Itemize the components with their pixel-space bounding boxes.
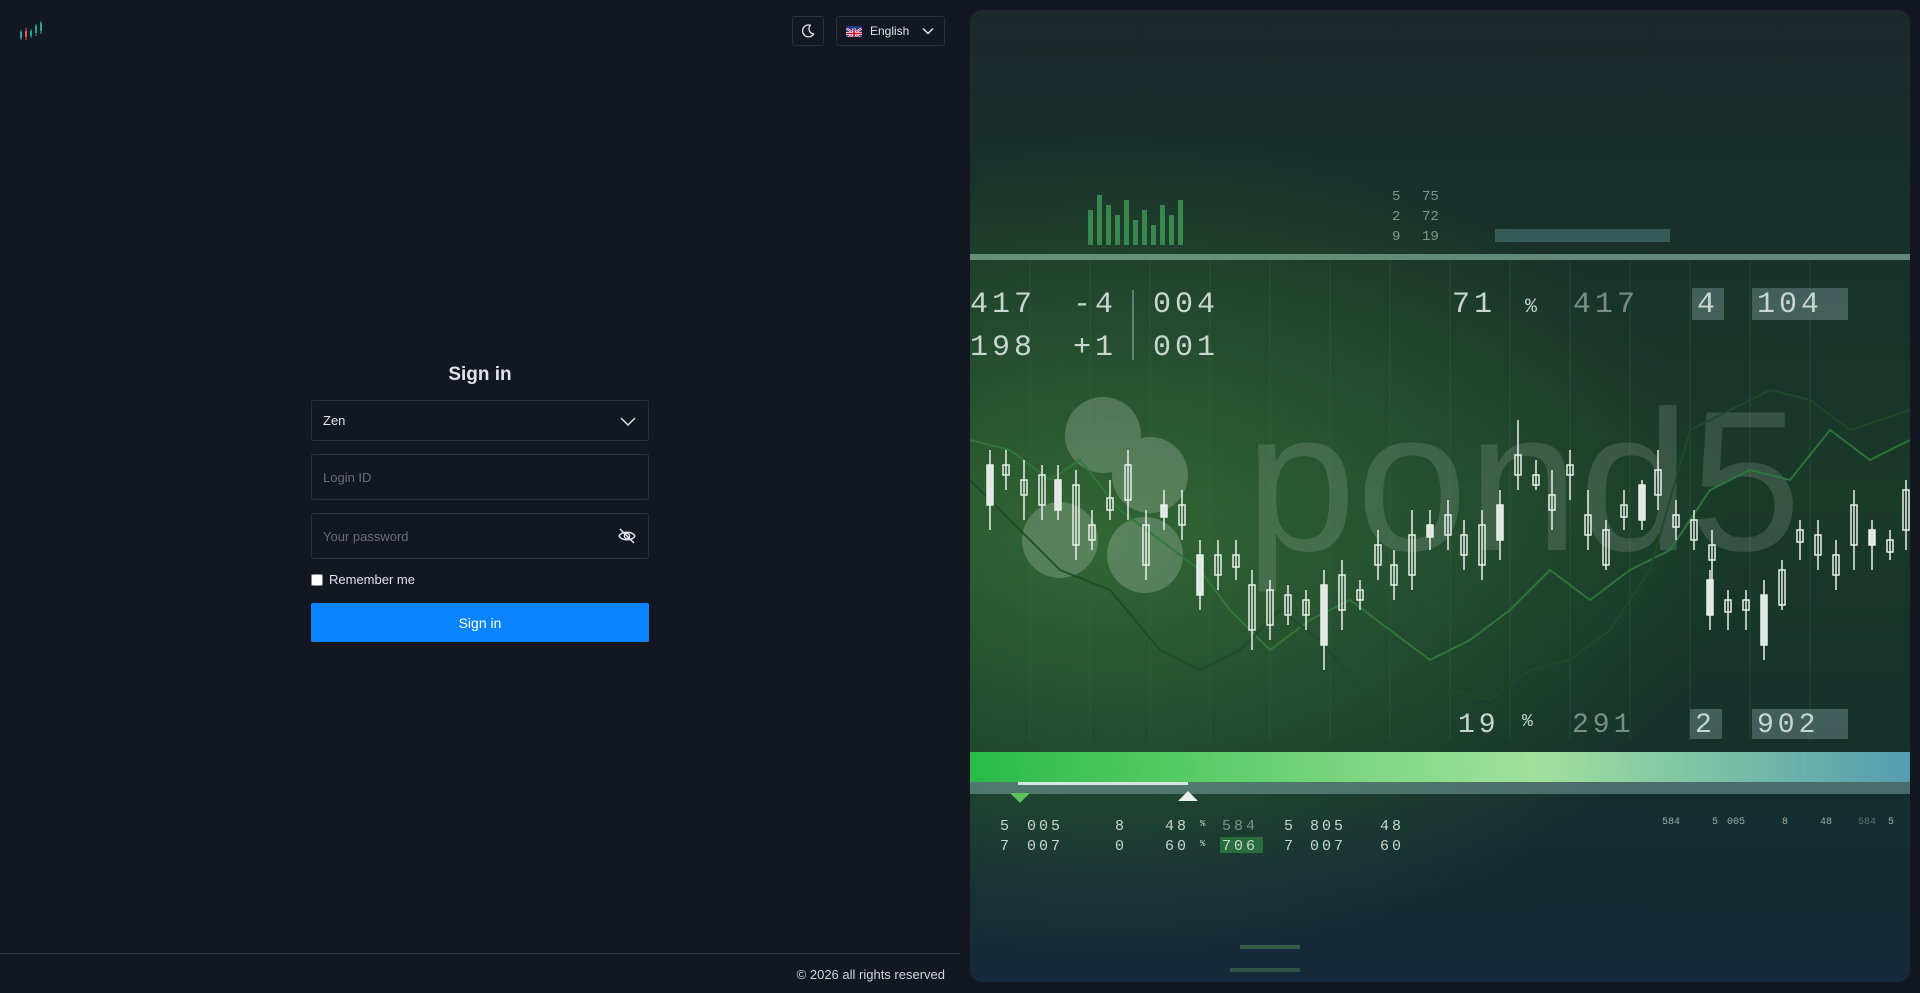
watermark-logo: [1022, 397, 1188, 593]
ticker-number: 5: [1284, 818, 1296, 835]
ticker-number: 291: [1572, 710, 1634, 741]
ticker-number: 0: [1115, 838, 1127, 855]
remember-me-label: Remember me: [329, 572, 415, 587]
top-number: 9: [1392, 229, 1400, 245]
moon-icon: [801, 24, 815, 38]
top-number: 19: [1422, 229, 1439, 245]
ticker-number: 005: [1727, 817, 1745, 828]
ticker-number: 198: [970, 331, 1036, 365]
top-number: 72: [1422, 209, 1439, 225]
ticker-number: 71: [1452, 288, 1496, 322]
hero-image: 5 75 2 72 9 19 417 -4 004 198 +1 001 71 …: [970, 10, 1910, 982]
bottom-numbers: 5 005 8 48 % 584 5 805 48 7 007 0 60 % 7…: [1000, 818, 1404, 855]
glow-rail: [970, 752, 1910, 782]
top-number: 75: [1422, 189, 1439, 205]
sign-in-button[interactable]: Sign in: [311, 603, 649, 642]
candlestick-logo-icon: [20, 21, 42, 40]
ticker-number: 584: [1662, 817, 1680, 828]
theme-toggle-button[interactable]: [792, 16, 824, 46]
ticker-number: 805: [1310, 818, 1346, 835]
remember-me[interactable]: Remember me: [311, 572, 649, 587]
ticker-number: 5: [1712, 817, 1718, 828]
ticker-number: 48: [1165, 818, 1189, 835]
ticker-number: 104: [1757, 288, 1823, 322]
ticker-number: 007: [1027, 838, 1063, 855]
ticker-number: 584: [1858, 817, 1876, 828]
ticker-number: 005: [1027, 818, 1063, 835]
ticker-number: 8: [1115, 818, 1127, 835]
password-input[interactable]: [323, 528, 617, 544]
chevron-down-icon: [620, 416, 636, 426]
ticker-number: 706: [1222, 838, 1258, 855]
top-toolbar: English: [792, 16, 945, 46]
ticker-number: 60: [1380, 838, 1404, 855]
ticker-number: 584: [1222, 818, 1258, 835]
ticker-number: 4: [1697, 288, 1719, 322]
ticker-number: 001: [1153, 331, 1219, 365]
ticker-number: 48: [1820, 817, 1832, 828]
language-select[interactable]: English: [836, 16, 945, 46]
ticker-number: 48: [1380, 818, 1404, 835]
login-id-field[interactable]: [311, 454, 649, 500]
ticker-number: 8: [1782, 817, 1788, 828]
workspace-select[interactable]: Zen: [311, 400, 649, 441]
big-numbers: 417 -4 004 198 +1 001 71 % 417 4 104: [970, 288, 1848, 365]
ticker-number: 19: [1458, 710, 1500, 741]
ticker-number: 902: [1757, 710, 1819, 741]
ticker-number: 007: [1310, 838, 1346, 855]
top-number: 5: [1392, 189, 1400, 205]
page-title: Sign in: [448, 364, 512, 385]
ticker-number: 5: [1000, 818, 1012, 835]
ticker-number: 60: [1165, 838, 1189, 855]
chevron-down-icon: [922, 27, 934, 35]
workspace-value: Zen: [323, 413, 346, 428]
watermark-text: pond5: [1245, 370, 1801, 593]
ticker-number: 5: [1888, 817, 1894, 828]
copyright-text: © 2026 all rights reserved: [796, 967, 945, 982]
ticker-number: +1: [1073, 331, 1117, 365]
ticker-number: 7: [1000, 838, 1012, 855]
login-pane: English Sign in Zen Remem: [0, 0, 960, 993]
login-id-input[interactable]: [323, 469, 637, 485]
ticker-number: %: [1200, 839, 1208, 849]
big-numbers-lower: 19 % 291 2 902: [1458, 709, 1848, 741]
footer-divider: [0, 953, 960, 954]
ticker-number: 417: [1573, 288, 1639, 322]
language-label: English: [870, 24, 910, 38]
ticker-number: 2: [1695, 710, 1716, 741]
top-number: 2: [1392, 209, 1400, 225]
top-numbers: 5 75 2 72 9 19: [1392, 189, 1439, 245]
ticker-number: 7: [1284, 838, 1296, 855]
ticker-number: -4: [1073, 288, 1117, 322]
ticker-number: %: [1200, 819, 1208, 829]
remember-me-checkbox[interactable]: [311, 573, 323, 586]
uk-flag-icon: [846, 25, 862, 37]
stock-chart-graphic: 5 75 2 72 9 19 417 -4 004 198 +1 001 71 …: [970, 189, 1910, 972]
sign-in-form: Sign in Zen Remember me Sign in: [311, 364, 649, 642]
ticker-number: %: [1522, 712, 1537, 732]
ticker-number: 004: [1153, 288, 1219, 322]
ticker-number: 417: [970, 288, 1036, 322]
eye-off-icon[interactable]: [617, 526, 637, 546]
ticker-number: %: [1525, 296, 1541, 319]
password-field[interactable]: [311, 513, 649, 559]
volume-bars: [1088, 195, 1183, 245]
bottom-right-numbers: 584 5 005 8 48 584 5: [1662, 817, 1894, 828]
